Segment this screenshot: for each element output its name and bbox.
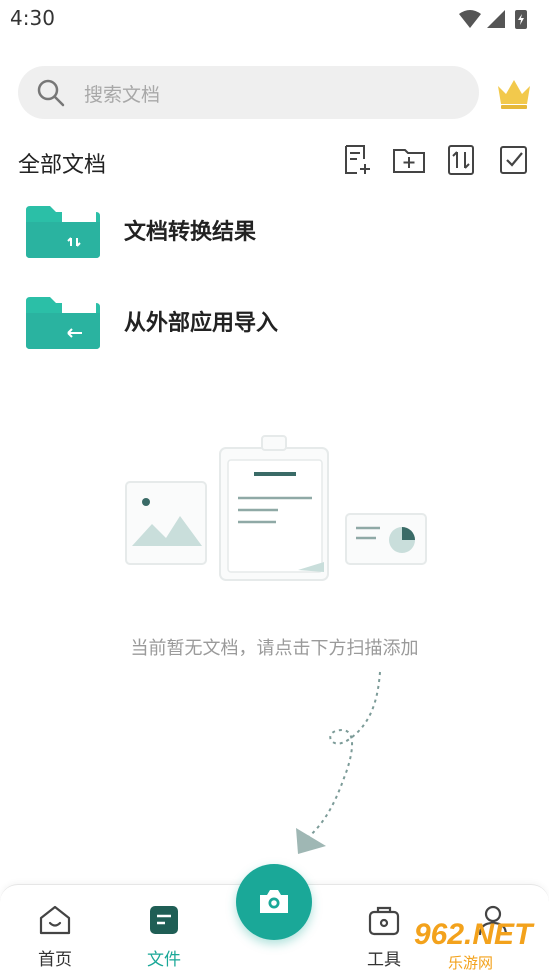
nav-item-home[interactable]: 首页	[15, 903, 95, 970]
nav-item-files[interactable]: 文件	[124, 903, 204, 970]
camera-icon	[260, 890, 288, 913]
search-icon	[37, 79, 65, 107]
status-bar: 4:30	[0, 0, 549, 40]
folder-row-conversion-results[interactable]: 文档转换结果	[0, 196, 549, 276]
status-time: 4:30	[10, 6, 55, 30]
nav-label: 首页	[38, 950, 72, 970]
folder-transfer-icon	[26, 204, 100, 258]
new-document-icon[interactable]	[342, 143, 374, 177]
folder-label: 文档转换结果	[124, 220, 257, 245]
folder-import-icon	[26, 295, 100, 349]
nav-label: 文件	[147, 950, 181, 970]
multi-select-icon[interactable]	[498, 143, 530, 177]
scan-camera-button[interactable]	[236, 864, 312, 940]
toolbox-icon	[368, 906, 400, 936]
nav-item-tools[interactable]: 工具	[344, 903, 424, 970]
watermark-logo: 962.NET 乐游网	[414, 918, 544, 972]
signal-icon	[487, 10, 505, 28]
folder-label: 从外部应用导入	[124, 311, 279, 336]
empty-state-message: 当前暂无文档，请点击下方扫描添加	[130, 638, 419, 659]
status-icons	[459, 10, 527, 29]
search-placeholder: 搜索文档	[84, 84, 161, 106]
new-folder-icon[interactable]	[392, 143, 426, 177]
folder-row-external-import[interactable]: 从外部应用导入	[0, 287, 549, 367]
file-icon	[150, 906, 178, 934]
search-bar[interactable]: 搜索文档	[18, 66, 479, 119]
empty-documents-illustration	[125, 435, 427, 581]
home-icon	[39, 905, 71, 935]
sort-icon[interactable]	[446, 143, 476, 177]
watermark-line1: 962.NET	[414, 918, 533, 951]
nav-label: 工具	[367, 950, 401, 970]
wifi-icon	[459, 10, 481, 28]
watermark-line2: 乐游网	[448, 954, 494, 972]
dashed-arrow-icon	[296, 671, 381, 854]
vip-crown-icon[interactable]	[495, 74, 533, 112]
section-title: 全部文档	[18, 153, 107, 178]
